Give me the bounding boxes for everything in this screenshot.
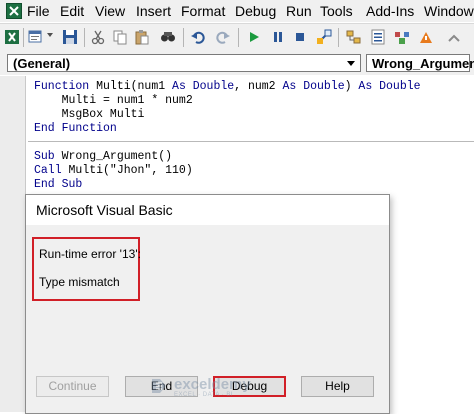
menu-insert[interactable]: Insert xyxy=(136,3,171,20)
redo-icon[interactable] xyxy=(215,29,231,45)
object-browser-icon[interactable] xyxy=(394,29,410,45)
code-keyword: End Sub xyxy=(34,178,83,191)
code-keyword: As Double xyxy=(282,80,345,93)
code-text: Wrong_Argument() xyxy=(61,150,173,163)
object-combo[interactable]: (General) xyxy=(7,54,361,72)
code-line[interactable]: Function Multi(num1 As Double, num2 As D… xyxy=(34,80,421,94)
code-line[interactable]: Sub Wrong_Argument() xyxy=(34,150,172,164)
code-text: MsgBox Multi xyxy=(34,108,145,121)
code-window-combos: (General) Wrong_Argument xyxy=(0,51,474,75)
find-icon[interactable] xyxy=(160,29,176,45)
procedure-separator xyxy=(28,141,474,142)
error-code-text: Run-time error '13': xyxy=(39,247,141,261)
margin-indicator-bar[interactable] xyxy=(0,76,26,412)
code-text: Multi("Jhon", 110) xyxy=(68,164,193,177)
paste-icon[interactable] xyxy=(134,29,150,45)
code-text: Multi = num1 * num2 xyxy=(34,94,193,107)
runtime-error-dialog: Microsoft Visual Basic Run-time error '1… xyxy=(25,194,390,414)
save-icon[interactable] xyxy=(62,29,78,45)
code-keyword: As Double xyxy=(172,80,235,93)
toolbox-icon[interactable] xyxy=(418,29,434,45)
help-button[interactable]: Help xyxy=(301,376,374,397)
break-icon[interactable] xyxy=(270,29,286,45)
error-highlight-box: Run-time error '13': Type mismatch xyxy=(32,237,141,301)
view-excel-icon[interactable] xyxy=(4,29,20,45)
procedure-combo-value: Wrong_Argument xyxy=(372,56,474,71)
code-keyword: Sub xyxy=(34,150,62,163)
undo-icon[interactable] xyxy=(190,29,206,45)
menu-tools[interactable]: Tools xyxy=(320,3,353,20)
code-keyword: End Function xyxy=(34,122,117,135)
toolbar-separator xyxy=(238,28,239,47)
standard-toolbar xyxy=(0,23,474,52)
menu-debug[interactable]: Debug xyxy=(235,3,276,20)
code-keyword: Function xyxy=(34,80,97,93)
menu-run[interactable]: Run xyxy=(286,3,312,20)
cut-icon[interactable] xyxy=(90,29,106,45)
reset-icon[interactable] xyxy=(292,29,308,45)
project-explorer-icon[interactable] xyxy=(346,29,362,45)
code-line[interactable]: MsgBox Multi xyxy=(34,108,145,122)
help-icon[interactable] xyxy=(446,29,462,45)
code-keyword: Call xyxy=(34,164,69,177)
chevron-down-icon[interactable] xyxy=(47,33,53,37)
menu-bar: File Edit View Insert Format Debug Run T… xyxy=(0,0,474,22)
dialog-titlebar[interactable]: Microsoft Visual Basic xyxy=(26,195,389,225)
code-line[interactable]: End Function xyxy=(34,122,117,136)
error-message-text: Type mismatch xyxy=(39,275,120,289)
code-text: , num2 xyxy=(234,80,283,93)
menu-window[interactable]: Window xyxy=(424,3,474,20)
code-line[interactable]: End Sub xyxy=(34,178,82,192)
copy-icon[interactable] xyxy=(112,29,128,45)
code-line[interactable]: Call Multi("Jhon", 110) xyxy=(34,164,193,178)
dialog-title: Microsoft Visual Basic xyxy=(36,202,173,218)
dialog-body: Run-time error '13': Type mismatch Conti… xyxy=(26,225,389,413)
menu-add-ins[interactable]: Add-Ins xyxy=(366,3,414,20)
debug-button[interactable]: Debug xyxy=(213,376,286,397)
menu-view[interactable]: View xyxy=(95,3,125,20)
menu-file[interactable]: File xyxy=(27,3,50,20)
design-mode-icon[interactable] xyxy=(316,29,332,45)
insert-module-icon[interactable] xyxy=(28,29,44,45)
toolbar-separator xyxy=(84,28,85,47)
menu-edit[interactable]: Edit xyxy=(60,3,84,20)
chevron-down-icon[interactable] xyxy=(344,56,358,70)
procedure-combo[interactable]: Wrong_Argument xyxy=(366,54,474,72)
continue-button[interactable]: Continue xyxy=(36,376,109,397)
toolbar-separator xyxy=(183,28,184,47)
menu-format[interactable]: Format xyxy=(181,3,225,20)
properties-icon[interactable] xyxy=(370,29,386,45)
code-keyword: As Double xyxy=(358,80,421,93)
code-text: Multi(num1 xyxy=(96,80,173,93)
object-combo-value: (General) xyxy=(13,56,71,71)
end-button[interactable]: End xyxy=(125,376,198,397)
code-line[interactable]: Multi = num1 * num2 xyxy=(34,94,193,108)
run-icon[interactable] xyxy=(246,29,262,45)
code-text: ) xyxy=(344,80,359,93)
excel-icon[interactable] xyxy=(6,3,22,19)
toolbar-separator xyxy=(338,28,339,47)
toolbar-separator xyxy=(23,28,24,47)
